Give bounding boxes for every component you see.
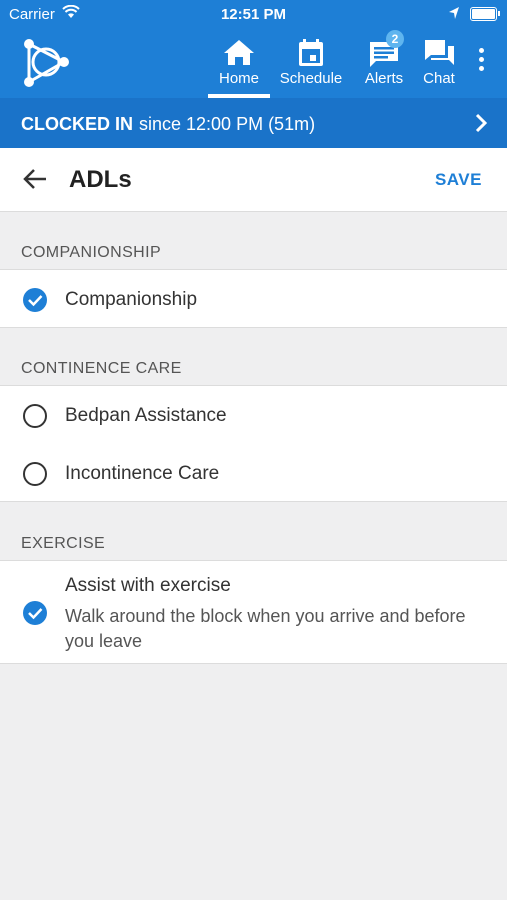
calendar-icon	[299, 39, 323, 66]
checkbox-unchecked-icon[interactable]	[22, 403, 48, 429]
chat-icon	[425, 40, 454, 65]
item-description: Walk around the block when you arrive an…	[65, 606, 466, 651]
item-label: Bedpan Assistance	[65, 405, 227, 426]
checkbox-unchecked-icon[interactable]	[22, 461, 48, 487]
list-item[interactable]: Incontinence Care	[0, 443, 507, 502]
more-options-icon[interactable]	[472, 48, 490, 78]
app-logo-icon[interactable]	[20, 34, 72, 90]
home-icon	[224, 40, 254, 65]
nav-chat[interactable]: Chat	[416, 28, 462, 98]
item-label: Assist with exercise	[65, 575, 231, 596]
clock-since: since 12:00 PM (51m)	[139, 114, 316, 134]
list-item[interactable]: Bedpan Assistance	[0, 385, 507, 444]
nav-schedule[interactable]: Schedule	[274, 28, 348, 98]
nav-home[interactable]: Home	[208, 28, 270, 98]
nav-schedule-label: Schedule	[279, 70, 343, 87]
page-header: ADLs SAVE	[0, 148, 507, 212]
nav-home-label: Home	[218, 70, 259, 87]
battery-icon	[470, 7, 500, 21]
checkbox-checked-icon[interactable]	[22, 287, 48, 313]
nav-alerts-label: Alerts	[364, 70, 404, 87]
section-title-exercise: EXERCISE	[21, 535, 106, 552]
nav-chat-label: Chat	[423, 70, 455, 87]
alerts-badge: 2	[386, 30, 404, 48]
list-item[interactable]: Companionship	[0, 269, 507, 328]
clock-time: 12:51 PM	[220, 6, 287, 23]
clock-status: CLOCKED IN	[21, 114, 133, 134]
alerts-icon	[370, 42, 398, 67]
save-button[interactable]: SAVE	[435, 170, 482, 190]
list-item[interactable]: Assist with exercise Walk around the blo…	[0, 560, 507, 664]
item-label: Incontinence Care	[65, 463, 220, 484]
app-bar: Home Schedule Alerts 2 Chat	[0, 28, 507, 98]
location-arrow-icon	[449, 7, 459, 19]
section-title-continence-care: CONTINENCE CARE	[21, 360, 182, 377]
checkbox-checked-icon[interactable]	[22, 600, 48, 626]
status-bar: Carrier 12:51 PM	[0, 0, 507, 28]
nav-alerts[interactable]: Alerts 2	[355, 28, 413, 98]
back-arrow-icon[interactable]	[22, 167, 48, 191]
section-title-companionship: COMPANIONSHIP	[21, 244, 162, 261]
page-title: ADLs	[69, 166, 132, 193]
item-label: Companionship	[65, 289, 198, 310]
chevron-right-icon	[475, 113, 488, 133]
clock-in-bar[interactable]: CLOCKED IN since 12:00 PM (51m)	[0, 98, 507, 148]
